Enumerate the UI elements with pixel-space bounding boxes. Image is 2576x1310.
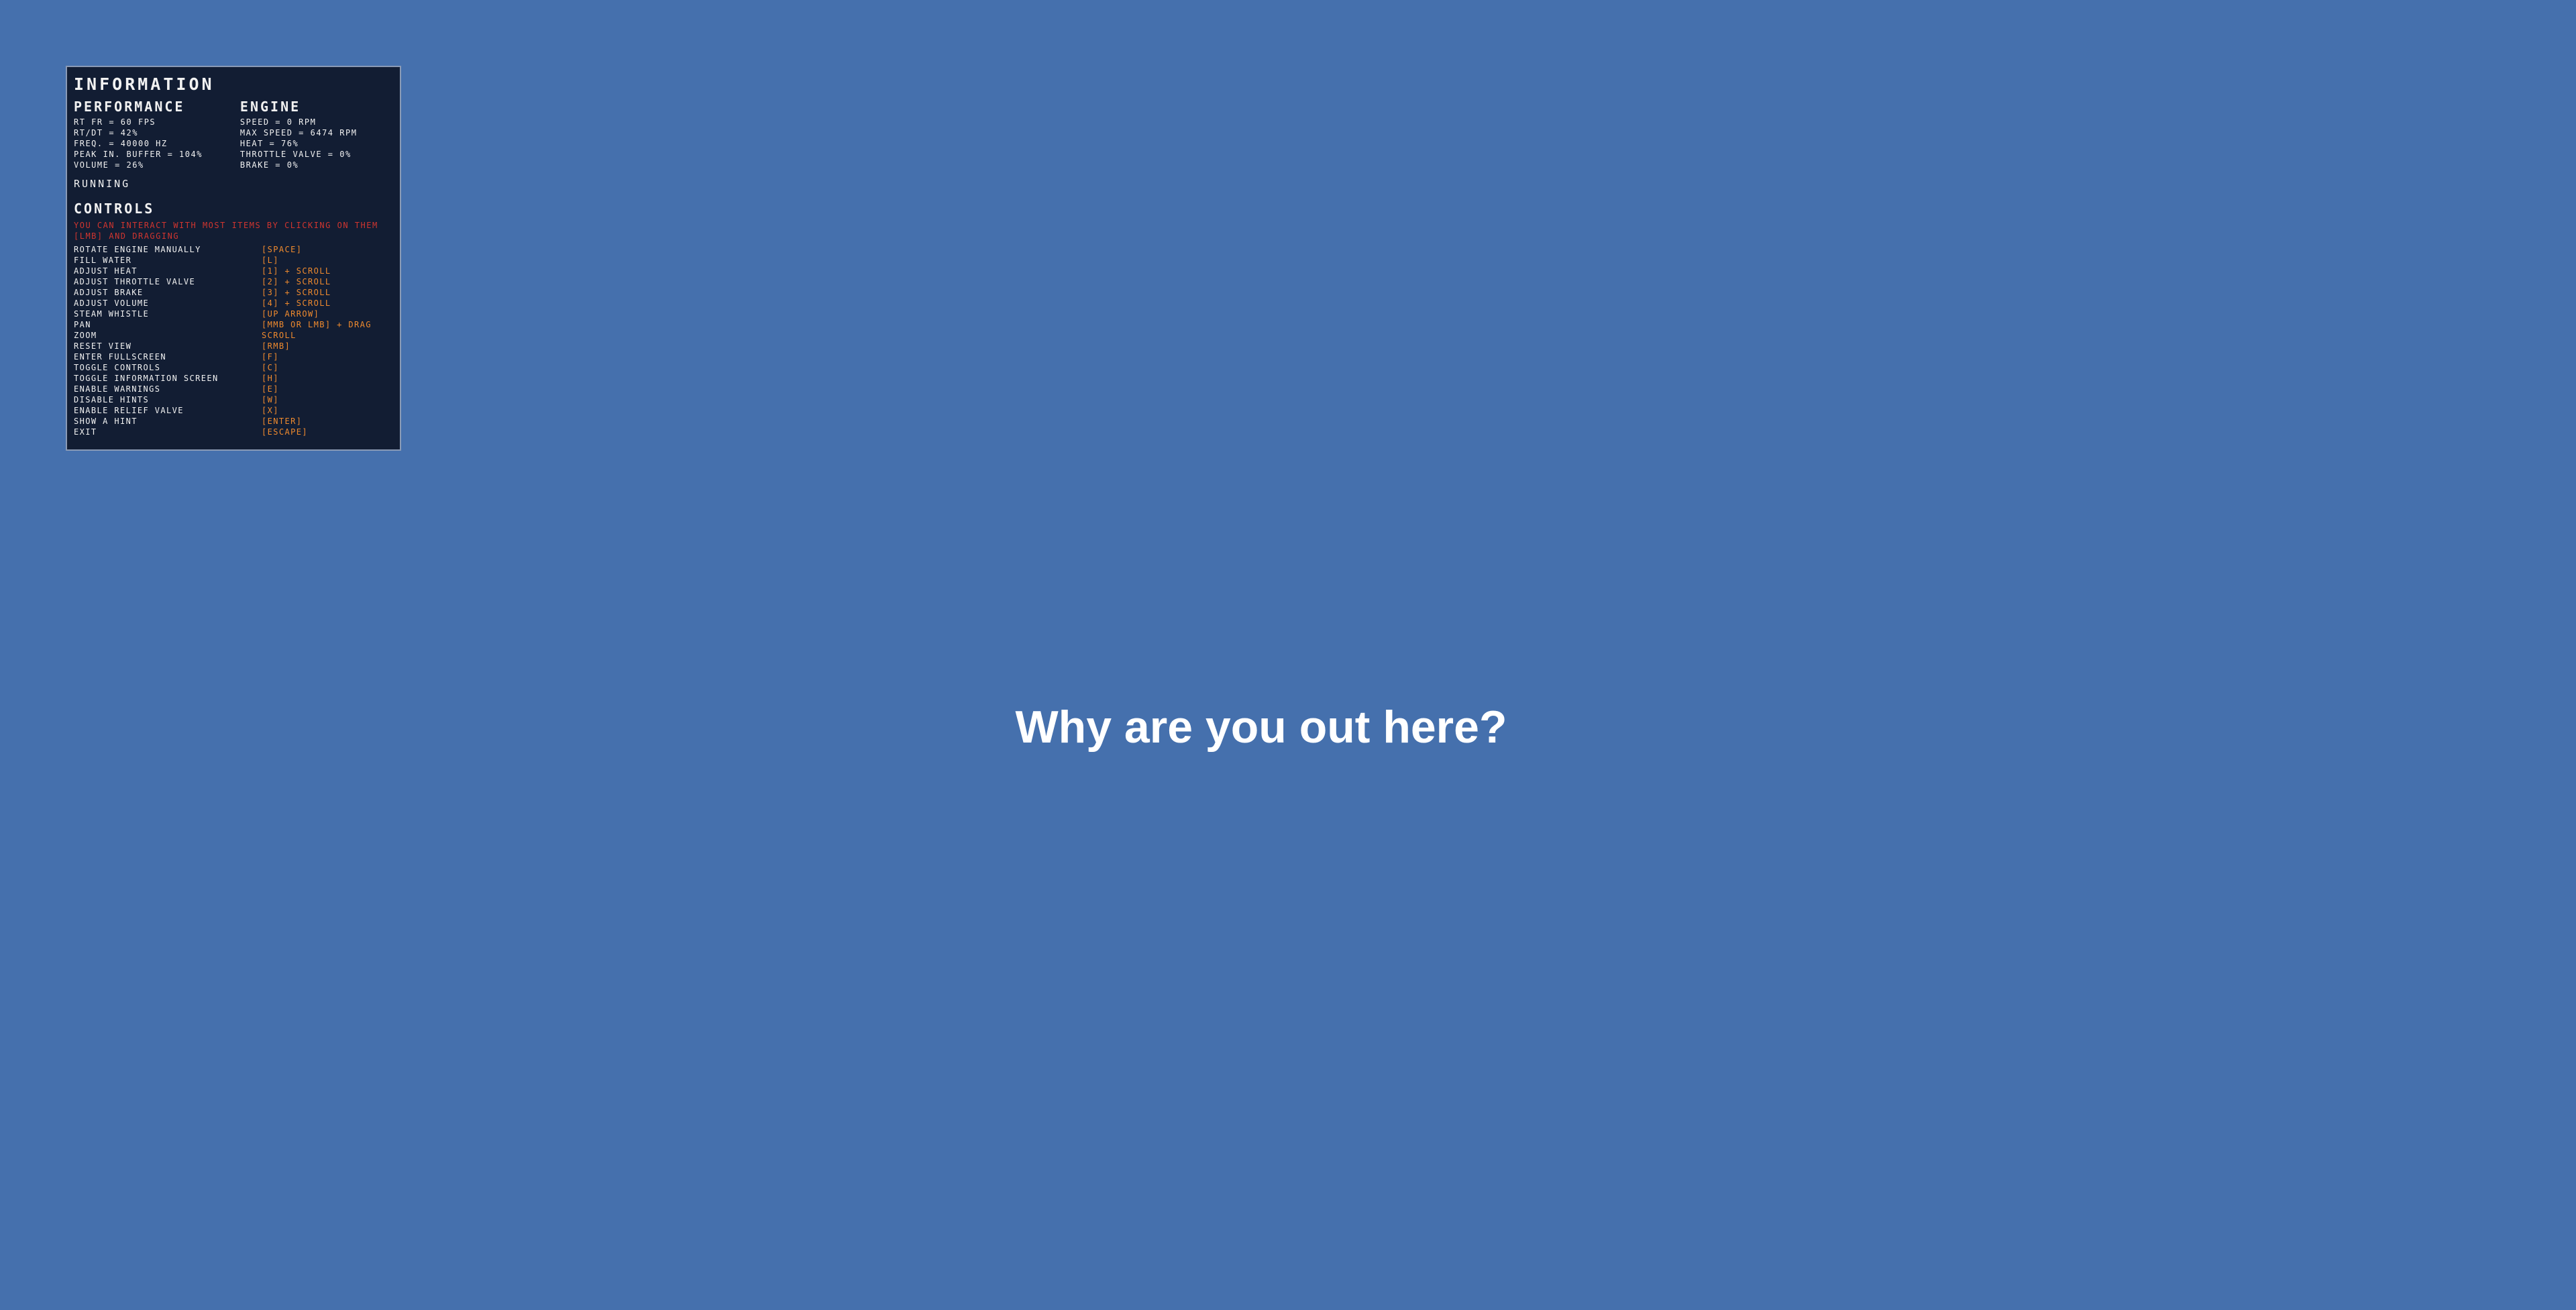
control-action: EXIT xyxy=(74,427,97,437)
control-row: ADJUST BRAKE [3] + SCROLL xyxy=(74,287,393,298)
control-key: [X] xyxy=(262,406,279,415)
control-row: TOGGLE INFORMATION SCREEN [H] xyxy=(74,373,393,384)
engine-section: ENGINE SPEED = 0 RPM MAX SPEED = 6474 RP… xyxy=(240,98,393,170)
performance-rt-dt: RT/DT = 42% xyxy=(74,128,138,138)
control-row: ADJUST THROTTLE VALVE [2] + SCROLL xyxy=(74,276,393,287)
performance-frequency: FREQ. = 40000 HZ xyxy=(74,139,168,148)
stats-columns: PERFORMANCE RT FR = 60 FPS RT/DT = 42% F… xyxy=(74,98,393,170)
controls-hint: YOU CAN INTERACT WITH MOST ITEMS BY CLIC… xyxy=(74,221,378,241)
engine-heat: HEAT = 76% xyxy=(239,139,299,148)
control-action: ROTATE ENGINE MANUALLY xyxy=(74,245,201,254)
control-row: ADJUST HEAT [1] + SCROLL xyxy=(74,266,393,276)
engine-max-speed: MAX SPEED = 6474 RPM xyxy=(239,128,358,138)
control-action: SHOW A HINT xyxy=(74,417,138,426)
controls-heading: CONTROLS xyxy=(74,201,155,217)
control-action: ZOOM xyxy=(74,331,97,340)
control-key: [E] xyxy=(262,384,279,394)
control-row: TOGGLE CONTROLS [C] xyxy=(74,362,393,373)
engine-status: RUNNING xyxy=(74,178,131,190)
control-key: [UP ARROW] xyxy=(262,309,320,319)
control-row: ADJUST VOLUME [4] + SCROLL xyxy=(74,298,393,309)
engine-brake: BRAKE = 0% xyxy=(239,160,299,170)
control-row: RESET VIEW [RMB] xyxy=(74,341,393,351)
control-key: [RMB] xyxy=(262,341,291,351)
control-key: [MMB OR LMB] + DRAG xyxy=(262,320,372,329)
center-message: Why are you out here? xyxy=(1015,702,1507,753)
performance-section: PERFORMANCE RT FR = 60 FPS RT/DT = 42% F… xyxy=(74,98,240,170)
control-action: TOGGLE INFORMATION SCREEN xyxy=(74,374,219,383)
control-key: [F] xyxy=(262,352,279,362)
control-action: ADJUST BRAKE xyxy=(74,288,144,297)
control-key: [W] xyxy=(262,395,279,404)
performance-peak-buffer: PEAK IN. BUFFER = 104% xyxy=(74,150,203,159)
performance-volume: VOLUME = 26% xyxy=(74,160,144,170)
control-action: RESET VIEW xyxy=(74,341,132,351)
control-row: ENTER FULLSCREEN [F] xyxy=(74,351,393,362)
control-key: [H] xyxy=(262,374,279,383)
control-action: ENTER FULLSCREEN xyxy=(74,352,166,362)
performance-frame-rate: RT FR = 60 FPS xyxy=(74,117,156,127)
information-panel: INFORMATION PERFORMANCE RT FR = 60 FPS R… xyxy=(66,66,401,451)
control-row: SHOW A HINT [ENTER] xyxy=(74,416,393,427)
control-key: SCROLL xyxy=(262,331,297,340)
control-row: DISABLE HINTS [W] xyxy=(74,394,393,405)
control-key: [L] xyxy=(262,256,279,265)
control-key: [1] + SCROLL xyxy=(262,266,331,276)
control-action: STEAM WHISTLE xyxy=(74,309,150,319)
engine-heading: ENGINE xyxy=(239,99,301,115)
control-action: PAN xyxy=(74,320,91,329)
control-key: [4] + SCROLL xyxy=(262,298,331,308)
control-row: ENABLE WARNINGS [E] xyxy=(74,384,393,394)
controls-list: ROTATE ENGINE MANUALLY [SPACE] FILL WATER… xyxy=(74,244,393,437)
engine-throttle-valve: THROTTLE VALVE = 0% xyxy=(239,150,352,159)
control-row: ENABLE RELIEF VALVE [X] xyxy=(74,405,393,416)
control-action: ENABLE RELIEF VALVE xyxy=(74,406,184,415)
control-action: TOGGLE CONTROLS xyxy=(74,363,161,372)
control-action: ADJUST THROTTLE VALVE xyxy=(74,277,196,286)
control-key: [C] xyxy=(262,363,279,372)
control-action: ADJUST VOLUME xyxy=(74,298,150,308)
control-row: PAN [MMB OR LMB] + DRAG xyxy=(74,319,393,330)
control-row: ROTATE ENGINE MANUALLY [SPACE] xyxy=(74,244,393,255)
information-title: INFORMATION xyxy=(74,74,215,94)
control-row: STEAM WHISTLE [UP ARROW] xyxy=(74,309,393,319)
control-key: [3] + SCROLL xyxy=(262,288,331,297)
control-key: [2] + SCROLL xyxy=(262,277,331,286)
control-action: ENABLE WARNINGS xyxy=(74,384,161,394)
control-action: ADJUST HEAT xyxy=(74,266,138,276)
control-key: [ESCAPE] xyxy=(262,427,308,437)
control-action: FILL WATER xyxy=(74,256,132,265)
control-action: DISABLE HINTS xyxy=(74,395,150,404)
control-row: EXIT [ESCAPE] xyxy=(74,427,393,437)
control-key: [SPACE] xyxy=(262,245,303,254)
performance-heading: PERFORMANCE xyxy=(74,99,185,115)
control-key: [ENTER] xyxy=(262,417,303,426)
control-row: FILL WATER [L] xyxy=(74,255,393,266)
engine-speed: SPEED = 0 RPM xyxy=(239,117,317,127)
control-row: ZOOM SCROLL xyxy=(74,330,393,341)
